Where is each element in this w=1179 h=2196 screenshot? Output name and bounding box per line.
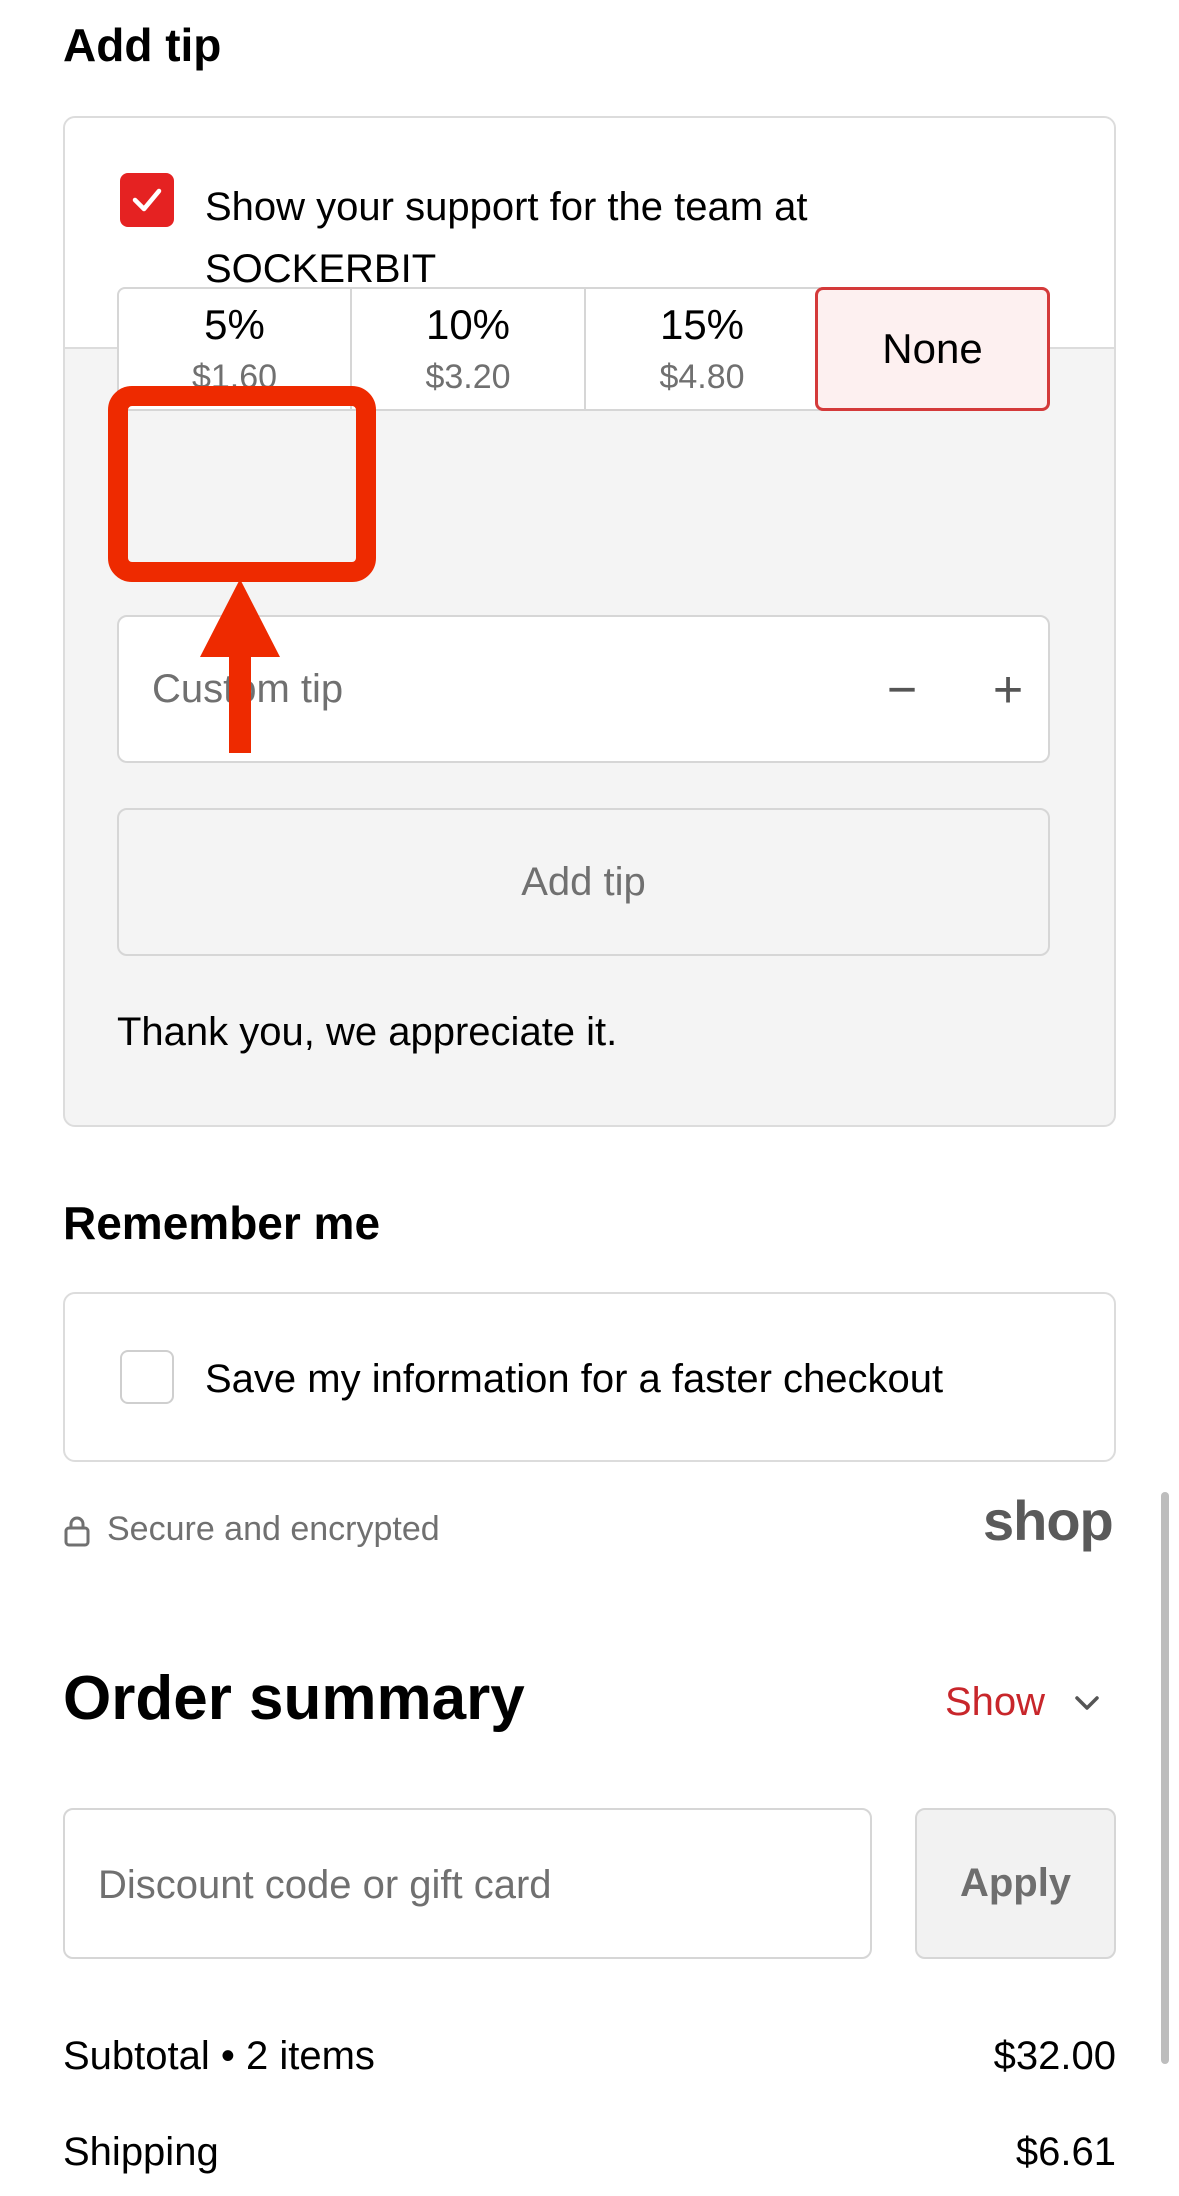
vertical-scrollbar[interactable] [1161, 1492, 1169, 2064]
minus-icon: − [886, 661, 918, 719]
chevron-down-icon [1075, 1695, 1099, 1710]
shop-logo: shop [983, 1489, 1114, 1552]
tip-option-amount: $1.60 [191, 358, 278, 396]
checkmark-icon [132, 188, 162, 212]
tip-option-10[interactable]: 10% $3.20 [350, 287, 586, 411]
tip-thanks-text: Thank you, we appreciate it. [117, 1010, 618, 1054]
shipping-value: $6.61 [1015, 2130, 1116, 2174]
shipping-label: Shipping [63, 2130, 219, 2174]
tip-option-amount: $4.80 [659, 358, 745, 396]
tip-option-percent: 10% [425, 301, 511, 348]
tip-option-amount: $3.20 [425, 358, 511, 396]
support-label-line1: Show your support for the team at [205, 185, 808, 229]
discount-placeholder: Discount code or gift card [98, 1863, 552, 1907]
decrement-button[interactable]: − [859, 647, 945, 733]
order-summary-toggle[interactable]: Show [945, 1680, 1101, 1725]
apply-button[interactable]: Apply [915, 1808, 1116, 1959]
tip-option-5[interactable]: 5% $1.60 [117, 287, 352, 411]
support-checkbox[interactable] [120, 173, 174, 227]
tip-option-percent: None [882, 325, 983, 372]
order-summary-title: Order summary [63, 1664, 525, 1733]
order-summary-toggle-label: Show [945, 1680, 1046, 1724]
subtotal-label: Subtotal • 2 items [63, 2034, 375, 2078]
add-tip-heading: Add tip [63, 19, 222, 71]
tip-option-percent: 15% [659, 301, 745, 348]
secure-encrypted-text: Secure and encrypted [107, 1510, 440, 1548]
tip-option-none[interactable]: None [815, 287, 1050, 411]
remember-label: Save my information for a faster checkou… [205, 1357, 944, 1401]
remember-checkbox[interactable] [120, 1350, 174, 1404]
tip-option-percent: 5% [204, 301, 265, 348]
plus-icon: + [992, 661, 1024, 719]
remember-me-box: Save my information for a faster checkou… [63, 1292, 1116, 1462]
add-tip-button[interactable]: Add tip [117, 808, 1050, 956]
lock-icon [64, 1516, 90, 1547]
annotation-arrow-icon [200, 579, 280, 753]
tip-option-15[interactable]: 15% $4.80 [584, 287, 820, 411]
discount-code-input[interactable]: Discount code or gift card [63, 1808, 872, 1959]
increment-button[interactable]: + [965, 647, 1051, 733]
subtotal-value: $32.00 [993, 2034, 1116, 2078]
remember-me-heading: Remember me [63, 1197, 381, 1249]
